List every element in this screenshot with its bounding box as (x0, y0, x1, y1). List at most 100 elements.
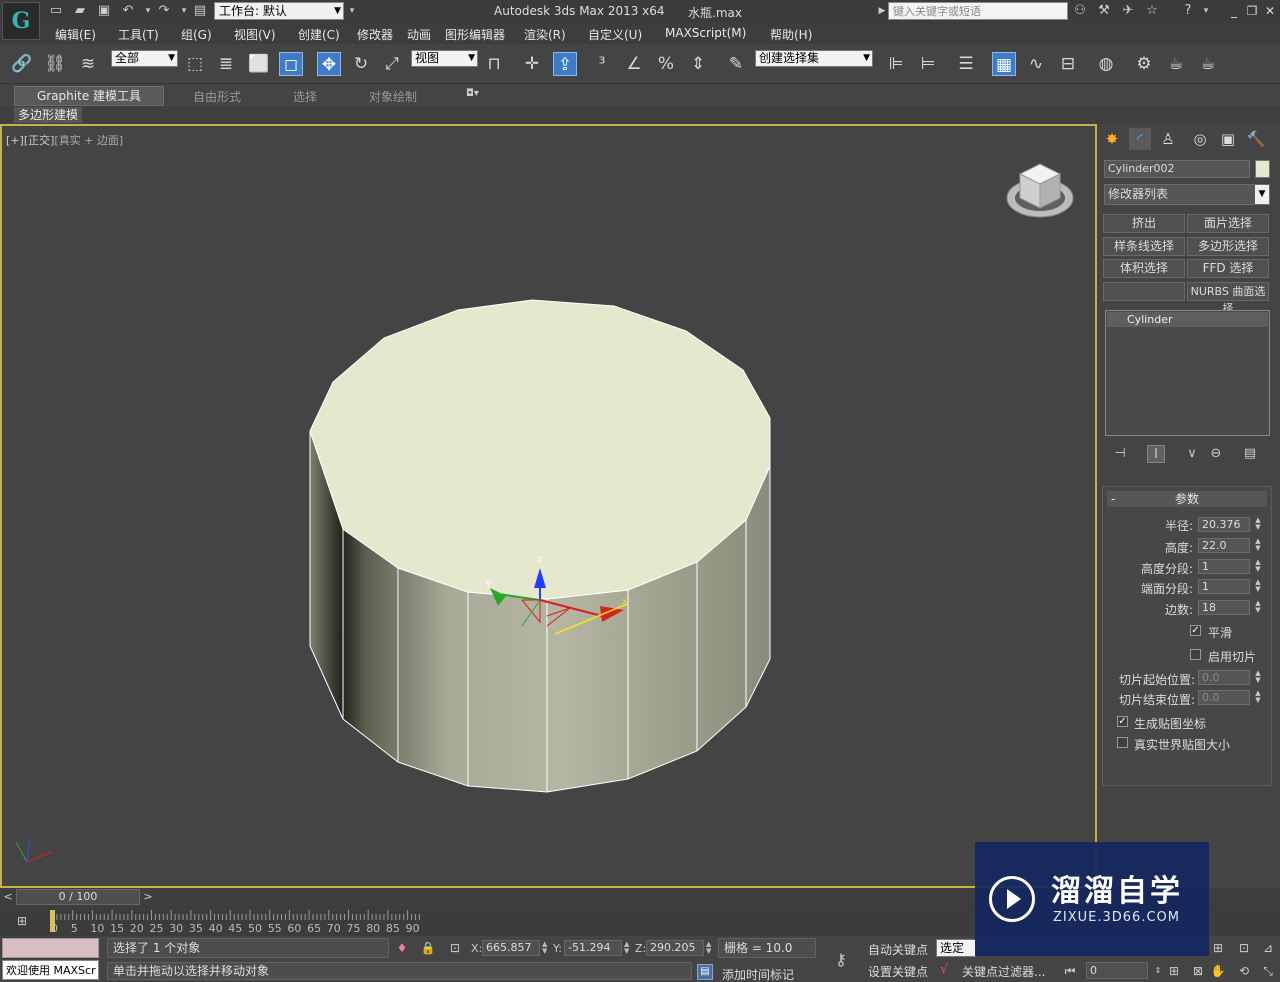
curve-editor-icon[interactable]: ∿ (1024, 52, 1048, 76)
render-production-icon[interactable]: ☕ (1196, 52, 1220, 76)
frame-spinner[interactable]: ⇕ (1150, 963, 1166, 979)
select-object-icon[interactable]: ⬚ (183, 52, 207, 76)
minimize-button[interactable]: _ (1226, 3, 1242, 19)
subscription-icon[interactable]: ⚒ (1096, 3, 1112, 19)
redo-dropdown-icon[interactable]: ▾ (176, 3, 192, 19)
slice-on-checkbox[interactable] (1190, 649, 1201, 660)
select-manipulate-icon[interactable]: ✛ (520, 52, 544, 76)
stack-item-cylinder[interactable]: Cylinder (1107, 312, 1268, 327)
slice-from-spinner[interactable]: ▲ ▼ (1254, 670, 1262, 685)
viewport-canvas[interactable]: z y x (2, 126, 1095, 886)
height-spinner[interactable]: ▲ ▼ (1254, 538, 1262, 553)
menu-maxscript[interactable]: MAXScript(M) (665, 26, 746, 40)
z-spinner[interactable]: ▲ ▼ (706, 941, 712, 955)
bind-space-warp-icon[interactable]: ≋ (76, 52, 100, 76)
menu-animation[interactable]: 动画 (407, 26, 431, 43)
pivot-center-icon[interactable]: ⊓ (482, 52, 506, 76)
slice-to-spinner[interactable]: ▲ ▼ (1254, 690, 1262, 705)
render-setup-icon[interactable]: ⚙ (1132, 52, 1156, 76)
y-coordinate-field[interactable]: -51.294 (564, 940, 622, 956)
radius-field[interactable]: 20.376 (1198, 517, 1250, 532)
mini-curve-editor-icon[interactable]: ⊞ (12, 914, 32, 930)
cap-segments-spinner[interactable]: ▲ ▼ (1254, 579, 1262, 594)
modify-tab-icon[interactable]: ◜ (1129, 128, 1151, 150)
zoom-region-icon[interactable]: ⊠ (1190, 963, 1206, 979)
restore-button[interactable]: ❐ (1244, 3, 1260, 19)
favorites-star-icon[interactable]: ☆ (1144, 3, 1160, 19)
pin-stack-icon[interactable]: ⊣ (1111, 445, 1129, 463)
x-coordinate-field[interactable]: 665.857 (482, 940, 540, 956)
height-segments-field[interactable]: 1 (1198, 559, 1250, 574)
extrude-button[interactable]: 挤出 (1103, 214, 1185, 233)
empty-modifier-button[interactable] (1103, 282, 1185, 301)
menu-help[interactable]: 帮助(H) (770, 26, 812, 43)
remove-modifier-icon[interactable]: ⊖ (1207, 445, 1225, 463)
menu-group[interactable]: 组(G) (181, 26, 212, 43)
cap-segments-field[interactable]: 1 (1198, 579, 1250, 594)
undo-icon[interactable]: ↶ (120, 3, 136, 19)
set-key-button[interactable]: 设置关键点 (868, 963, 928, 980)
view-cube[interactable] (1006, 163, 1074, 218)
go-to-start-icon[interactable]: ⏮ (1062, 963, 1078, 979)
selection-filter-dropdown[interactable]: 全部 ▼ (111, 50, 178, 67)
rendered-frame-window-icon[interactable]: ☕ (1164, 52, 1188, 76)
close-button[interactable]: ✕ (1262, 3, 1278, 19)
maxscript-listener-pink[interactable] (2, 938, 99, 958)
utilities-tab-icon[interactable]: 🔨 (1245, 128, 1267, 150)
patch-select-button[interactable]: 面片选择 (1187, 214, 1269, 233)
sides-field[interactable]: 18 (1198, 600, 1250, 615)
polygon-modeling-panel[interactable]: 多边形建模 (14, 107, 83, 123)
menu-tools[interactable]: 工具(T) (118, 26, 159, 43)
project-folder-icon[interactable]: ▤ (192, 3, 208, 19)
menu-create[interactable]: 创建(C) (298, 26, 340, 43)
app-menu-button[interactable]: G (2, 2, 40, 40)
mirror-icon[interactable]: ⊫ (884, 52, 908, 76)
perspective-viewport[interactable]: [+][正交][真实 + 边面] z y x (0, 124, 1097, 888)
reference-coordinate-dropdown[interactable]: 视图 ▼ (411, 50, 478, 67)
object-color-swatch[interactable] (1255, 160, 1270, 178)
snaps-toggle-icon[interactable]: ³ (590, 52, 614, 76)
maxscript-listener-white[interactable]: 欢迎使用 MAXScr (2, 960, 99, 980)
add-time-tag-icon[interactable]: ▤ (697, 964, 713, 980)
menu-views[interactable]: 视图(V) (234, 26, 276, 43)
save-icon[interactable]: ▣ (96, 3, 112, 19)
auto-key-button[interactable]: 自动关键点 (868, 941, 928, 958)
key-mode-icon[interactable]: ⚷ (826, 950, 856, 970)
select-and-rotate-icon[interactable]: ↻ (349, 52, 373, 76)
select-by-name-icon[interactable]: ≣ (214, 52, 238, 76)
smooth-checkbox[interactable]: ✓ (1190, 625, 1201, 636)
layer-manager-icon[interactable]: ☰ (954, 52, 978, 76)
menu-customize[interactable]: 自定义(U) (588, 26, 642, 43)
poly-select-button[interactable]: 多边形选择 (1187, 237, 1269, 256)
open-file-icon[interactable]: ▰ (72, 3, 88, 19)
keyboard-shortcut-override-icon[interactable]: ⇪ (553, 52, 577, 76)
selection-lock-icon[interactable]: 🔒 (420, 940, 436, 956)
current-frame-marker[interactable] (50, 910, 55, 932)
current-frame-field[interactable]: 0 (1086, 962, 1148, 979)
schematic-view-icon[interactable]: ⊟ (1056, 52, 1080, 76)
orbit-icon[interactable]: ⟲ (1236, 963, 1252, 979)
menu-rendering[interactable]: 渲染(R) (524, 26, 566, 43)
search-input[interactable]: 键入关键字或短语 (888, 2, 1068, 20)
cylinder-object[interactable] (309, 299, 771, 793)
zoom-extents-icon[interactable]: ⊡ (1236, 940, 1252, 956)
pan-view-icon[interactable]: ✋ (1210, 963, 1226, 979)
radius-spinner[interactable]: ▲ ▼ (1254, 517, 1262, 532)
tab-freeform[interactable]: 自由形式 (193, 88, 241, 105)
motion-tab-icon[interactable]: ◎ (1189, 128, 1211, 150)
link-icon[interactable]: 🔗 (10, 52, 34, 76)
workspace-dropdown[interactable]: 工作台: 默认 ▼ (214, 2, 344, 20)
absolute-mode-icon[interactable]: ⊡ (447, 940, 463, 956)
angle-snap-icon[interactable]: ∠ (622, 52, 646, 76)
volume-select-button[interactable]: 体积选择 (1103, 259, 1185, 278)
zoom-extents-all-icon[interactable]: ⊞ (1210, 940, 1226, 956)
help-icon[interactable]: ? (1180, 3, 1196, 19)
tab-object-paint[interactable]: 对象绘制 (369, 88, 417, 105)
nurbs-surface-select-button[interactable]: NURBS 曲面选择 (1187, 282, 1269, 315)
field-of-view-icon[interactable]: ⊿ (1260, 940, 1276, 956)
slice-from-field[interactable]: 0.0 (1198, 670, 1250, 685)
key-filters-button[interactable]: 关键点过滤器... (962, 963, 1045, 980)
tab-selection[interactable]: 选择 (293, 88, 317, 105)
key-selection-dropdown[interactable]: 选定对 (936, 939, 976, 957)
sides-spinner[interactable]: ▲ ▼ (1254, 600, 1262, 615)
